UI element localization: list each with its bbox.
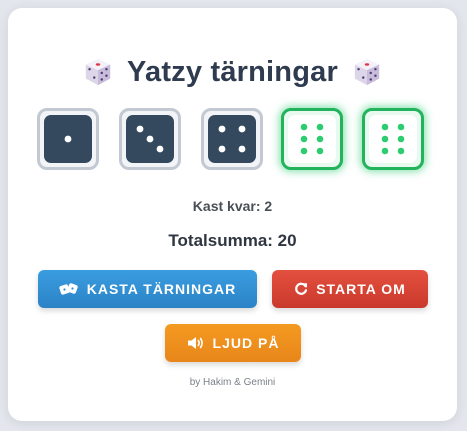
die-pip: [381, 123, 389, 131]
die-pips: [218, 125, 246, 153]
credit-text: by Hakim & Gemini: [189, 377, 276, 388]
die-pip: [218, 145, 226, 153]
die-face: [44, 115, 92, 163]
game-card: Yatzy tärningar Kast kvar: 2 Totalsumma:…: [8, 8, 457, 421]
redo-icon: [295, 282, 308, 295]
die-pip: [316, 123, 324, 131]
die-pip: [218, 125, 226, 133]
die-pips: [300, 123, 324, 155]
sound-toggle-button[interactable]: LJUD PÅ: [165, 324, 301, 362]
die-pips: [64, 135, 72, 143]
game-die-icon: [85, 58, 111, 86]
die-pips: [381, 123, 405, 155]
die-pip: [381, 135, 389, 143]
die-pip: [300, 135, 308, 143]
sound-label: LJUD PÅ: [212, 335, 280, 351]
die-pip: [300, 123, 308, 131]
die-face: [288, 115, 336, 163]
dice-icon: [59, 283, 78, 295]
die-3[interactable]: [201, 108, 263, 170]
die-1[interactable]: [37, 108, 99, 170]
die-pip: [146, 135, 154, 143]
die-pip: [397, 147, 405, 155]
roll-dice-label: KASTA TÄRNINGAR: [86, 281, 237, 297]
die-pip: [300, 147, 308, 155]
roll-dice-button[interactable]: KASTA TÄRNINGAR: [38, 270, 257, 308]
die-pip: [156, 145, 164, 153]
die-pip: [316, 135, 324, 143]
restart-button[interactable]: STARTA OM: [272, 270, 428, 308]
volume-icon: [187, 337, 203, 349]
die-pip: [316, 147, 324, 155]
dice-row: [8, 108, 457, 178]
game-die-icon: [354, 58, 380, 86]
rolls-left-text: Kast kvar: 2: [192, 198, 273, 214]
die-pip: [136, 125, 144, 133]
restart-label: STARTA OM: [316, 281, 406, 297]
die-pip: [238, 145, 246, 153]
total-score-text: Totalsumma: 20: [168, 231, 297, 250]
die-4[interactable]: [281, 108, 343, 170]
die-2[interactable]: [119, 108, 181, 170]
title-text: Yatzy tärningar: [127, 55, 338, 88]
page-title: Yatzy tärningar: [8, 52, 457, 92]
die-face: [369, 115, 417, 163]
die-face: [126, 115, 174, 163]
die-pip: [381, 147, 389, 155]
die-face: [208, 115, 256, 163]
die-pip: [397, 135, 405, 143]
die-pips: [136, 125, 164, 153]
die-pip: [397, 123, 405, 131]
die-pip: [64, 135, 72, 143]
die-pip: [238, 125, 246, 133]
die-5[interactable]: [362, 108, 424, 170]
